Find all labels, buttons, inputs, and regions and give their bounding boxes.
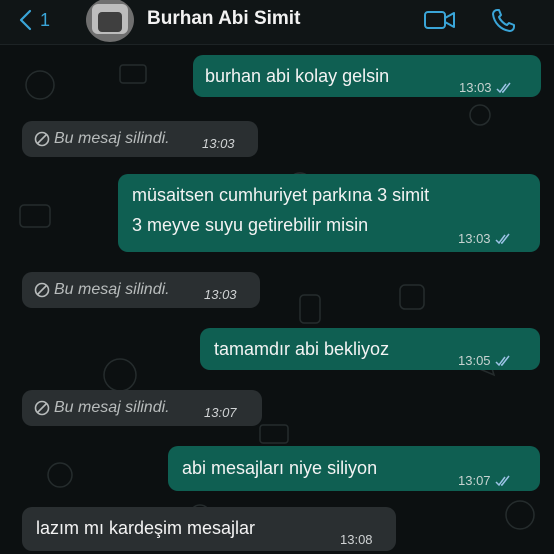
message-meta: 13:05 [458, 348, 511, 374]
message-time: 13:03 [458, 231, 491, 246]
chat-header: 1 Burhan Abi Simit [0, 0, 554, 45]
video-camera-icon [424, 11, 455, 29]
back-button[interactable]: 1 [18, 6, 50, 34]
video-call-button[interactable] [422, 6, 458, 34]
message-meta: 13:03 [459, 75, 512, 101]
message-time: 13:08 [340, 532, 373, 547]
message-deleted[interactable]: Bu mesaj silindi. 13:03 [22, 272, 260, 308]
message-text: burhan abi kolay gelsin [205, 66, 390, 86]
voice-call-button[interactable] [488, 6, 524, 34]
message-deleted[interactable]: Bu mesaj silindi. 13:07 [22, 390, 262, 426]
read-receipt-icon [495, 475, 510, 487]
message-outgoing[interactable]: tamamdır abi bekliyoz 13:05 [200, 328, 540, 370]
message-outgoing[interactable]: abi mesajları niye siliyon 13:07 [168, 446, 540, 491]
message-time: 13:07 [458, 473, 491, 488]
message-meta: 13:03 [458, 226, 511, 252]
deleted-message-label: Bu mesaj silindi. [54, 281, 170, 298]
deleted-message-icon [34, 400, 50, 416]
deleted-message-label: Bu mesaj silindi. [54, 399, 170, 416]
read-receipt-icon [495, 355, 510, 367]
message-time: 13:03 [459, 80, 492, 95]
message-text: abi mesajları niye siliyon [182, 458, 378, 478]
message-time: 13:03 [202, 136, 235, 151]
avatar[interactable] [86, 0, 134, 42]
unread-count: 1 [40, 9, 51, 30]
message-meta: 13:07 [458, 468, 511, 494]
contact-name[interactable]: Burhan Abi Simit [147, 8, 300, 30]
read-receipt-icon [496, 82, 511, 94]
message-meta: 13:08 [340, 527, 373, 553]
deleted-message-icon [34, 131, 50, 147]
chevron-left-icon [19, 9, 32, 31]
message-text-line-1: müsaitsen cumhuriyet parkına 3 simit [132, 185, 430, 205]
message-text-line-2: 3 meyve suyu getirebilir misin [132, 215, 369, 235]
read-receipt-icon [495, 233, 510, 245]
message-deleted[interactable]: Bu mesaj silindi. 13:03 [22, 121, 258, 157]
message-incoming[interactable]: lazım mı kardeşim mesajlar 13:08 [22, 507, 396, 551]
deleted-message-icon [34, 282, 50, 298]
message-outgoing[interactable]: burhan abi kolay gelsin 13:03 [193, 55, 541, 97]
message-outgoing[interactable]: müsaitsen cumhuriyet parkına 3 simit 3 m… [118, 174, 540, 252]
message-meta: 13:03 [204, 282, 237, 308]
message-text: tamamdır abi bekliyoz [214, 339, 390, 359]
message-time: 13:07 [204, 405, 237, 420]
deleted-message-label: Bu mesaj silindi. [54, 130, 170, 147]
message-time: 13:05 [458, 353, 491, 368]
phone-icon [492, 9, 515, 32]
message-meta: 13:07 [204, 400, 237, 426]
chat-area[interactable]: burhan abi kolay gelsin 13:03 Bu mesaj s… [0, 45, 554, 554]
message-text: lazım mı kardeşim mesajlar [36, 518, 256, 538]
message-meta: 13:03 [202, 131, 235, 157]
message-time: 13:03 [204, 287, 237, 302]
